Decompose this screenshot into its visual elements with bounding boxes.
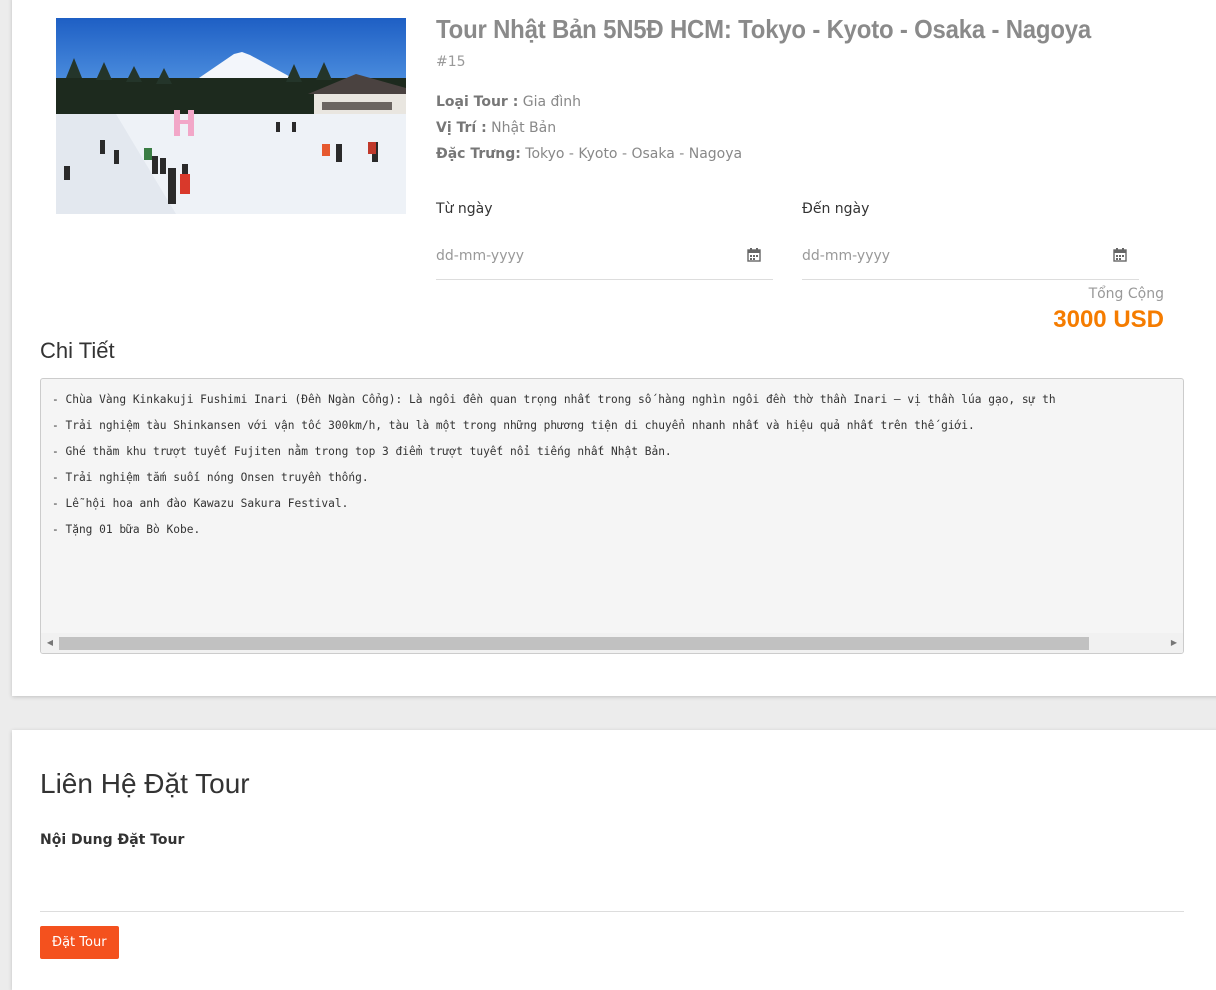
from-date-label: Từ ngày: [436, 201, 493, 217]
scroll-right-icon[interactable]: ▶: [1167, 636, 1181, 650]
tour-image: [56, 18, 406, 214]
tour-feature-value: Tokyo - Kyoto - Osaka - Nagoya: [525, 146, 743, 162]
booking-heading: Liên Hệ Đặt Tour: [40, 768, 250, 799]
detail-line: - Trải nghiệm tàu Shinkansen với vận tốc…: [52, 419, 975, 432]
book-tour-button[interactable]: Đặt Tour: [40, 926, 119, 959]
to-date-label: Đến ngày: [802, 201, 870, 217]
details-heading: Chi Tiết: [40, 338, 115, 363]
from-date-placeholder: dd-mm-yyyy: [436, 248, 525, 264]
total-price: 3000 USD: [1053, 306, 1164, 333]
to-date-placeholder: dd-mm-yyyy: [802, 248, 891, 264]
total-label: Tổng Cộng: [1088, 286, 1164, 302]
tour-location-value: Nhật Bản: [491, 120, 557, 136]
booking-card: Liên Hệ Đặt Tour Nội Dung Đặt Tour Đặt T…: [12, 730, 1216, 990]
tour-location: Vị Trí : Nhật Bản: [436, 120, 556, 136]
booking-content-input[interactable]: [40, 862, 1184, 912]
detail-line: - Ghé thăm khu trượt tuyết Fujiten nằm t…: [52, 445, 672, 458]
tour-type-label: Loại Tour :: [436, 94, 519, 110]
calendar-icon[interactable]: [747, 248, 761, 262]
detail-line: - Tặng 01 bữa Bò Kobe.: [52, 523, 201, 536]
scrollbar-thumb[interactable]: [59, 637, 1089, 650]
detail-line: - Trải nghiệm tắm suối nóng Onsen truyền…: [52, 471, 369, 484]
details-box[interactable]: - Chùa Vàng Kinkakuji Fushimi Inari (Đền…: [40, 378, 1184, 654]
tour-feature: Đặc Trưng: Tokyo - Kyoto - Osaka - Nagoy…: [436, 146, 742, 162]
horizontal-scrollbar[interactable]: ◀ ▶: [41, 633, 1183, 653]
to-date-input[interactable]: dd-mm-yyyy: [802, 236, 1139, 280]
tour-feature-label: Đặc Trưng:: [436, 146, 521, 162]
tour-detail-card: Tour Nhật Bản 5N5Đ HCM: Tokyo - Kyoto - …: [12, 0, 1216, 696]
calendar-icon[interactable]: [1113, 248, 1127, 262]
tour-title: Tour Nhật Bản 5N5Đ HCM: Tokyo - Kyoto - …: [436, 14, 1092, 44]
details-text: - Chùa Vàng Kinkakuji Fushimi Inari (Đền…: [41, 379, 1183, 631]
tour-location-label: Vị Trí :: [436, 120, 487, 136]
tour-type: Loại Tour : Gia đình: [436, 94, 581, 110]
scroll-left-icon[interactable]: ◀: [43, 636, 57, 650]
booking-content-label: Nội Dung Đặt Tour: [40, 832, 185, 848]
tour-type-value: Gia đình: [522, 94, 582, 110]
detail-line: - Chùa Vàng Kinkakuji Fushimi Inari (Đền…: [52, 393, 1056, 406]
detail-line: - Lễ hội hoa anh đào Kawazu Sakura Festi…: [52, 497, 349, 510]
tour-code: #15: [436, 54, 466, 70]
from-date-input[interactable]: dd-mm-yyyy: [436, 236, 773, 280]
